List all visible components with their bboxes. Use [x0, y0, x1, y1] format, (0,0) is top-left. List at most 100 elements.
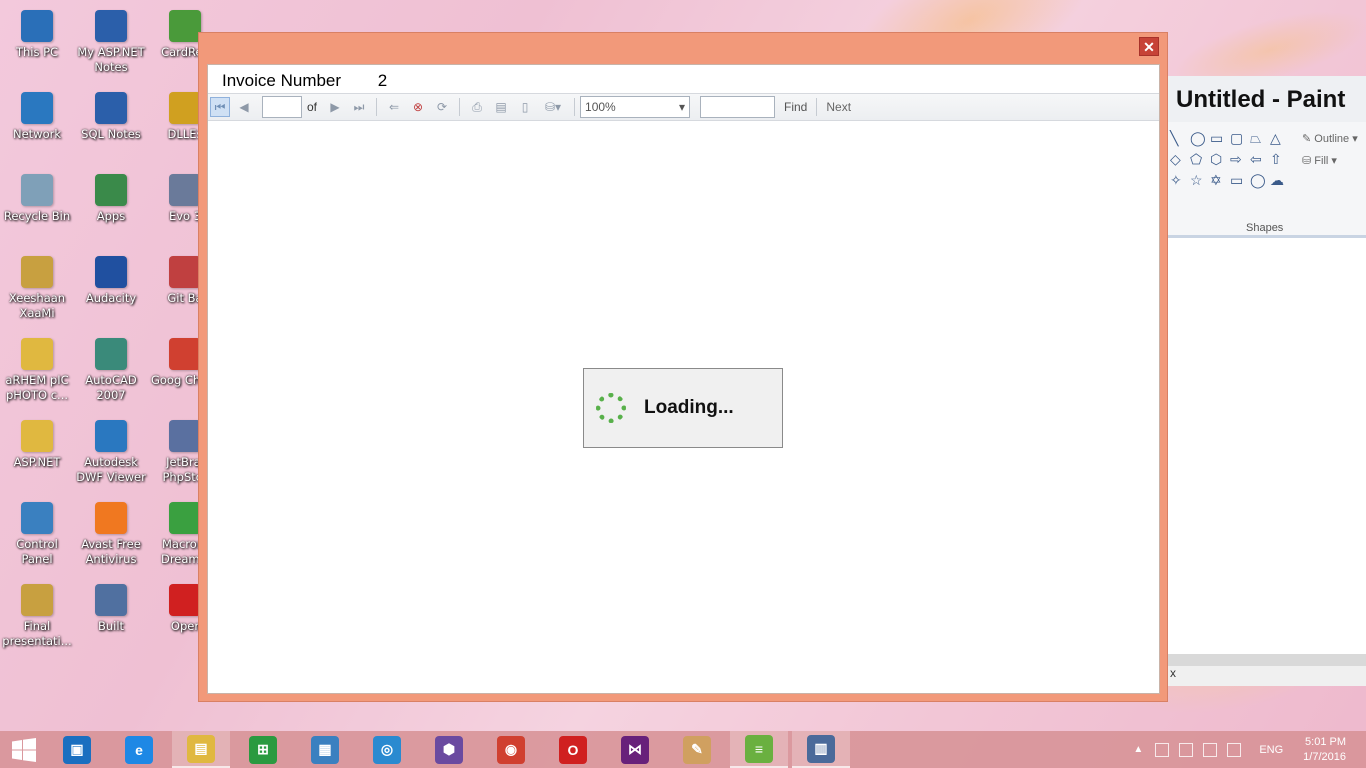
input-language[interactable]: ENG — [1259, 744, 1283, 756]
hexagon-shape-icon[interactable]: ⬡ — [1210, 151, 1230, 168]
report-viewer-icon: ▥ — [807, 734, 835, 763]
diamond-shape-icon[interactable]: ◇ — [1170, 151, 1190, 168]
taskbar-app-chrome[interactable]: ◉ — [482, 731, 540, 768]
taskbar-app-file-explorer[interactable]: ▤ — [172, 731, 230, 768]
desktop-icon[interactable]: This PC — [0, 10, 75, 60]
desktop-icon-label: Final presentati... — [2, 619, 72, 648]
oval-callout-shape-icon[interactable]: ◯ — [1250, 172, 1270, 189]
desktop-app-icon — [169, 174, 201, 206]
report-viewer-toolbar: ⏮ ◀ of ▶ ⏭ ⇐ ⊗ ⟳ ⎙ ▤ ▯ ⛁▾ 100% ▾ Find Ne… — [208, 93, 1159, 121]
taskbar-app-bluestacks[interactable]: ≡ — [730, 731, 788, 768]
desktop-app-icon — [169, 10, 201, 42]
close-button[interactable]: ✕ — [1139, 37, 1159, 56]
refresh-icon[interactable]: ⟳ — [432, 97, 452, 117]
next-page-icon[interactable]: ▶ — [325, 97, 345, 117]
battery-icon[interactable] — [1179, 742, 1194, 757]
taskbar-app-store[interactable]: ⊞ — [234, 731, 292, 768]
curve-shape-icon[interactable]: ╲ — [1170, 130, 1190, 147]
rectangle-shape-icon[interactable]: ▭ — [1210, 130, 1230, 147]
taskbar-app-visual-studio[interactable]: ⋈ — [606, 731, 664, 768]
pentagon-shape-icon[interactable]: ⬠ — [1190, 151, 1210, 168]
triangle-shape-icon[interactable]: △ — [1270, 130, 1290, 147]
network-icon[interactable] — [1203, 742, 1218, 757]
clock[interactable]: 5:01 PM 1/7/2016 — [1303, 735, 1346, 765]
previous-page-icon[interactable]: ◀ — [234, 97, 254, 117]
cloud-callout-shape-icon[interactable]: ☁ — [1270, 172, 1290, 189]
desktop-icon[interactable]: ASP.NET — [0, 420, 75, 470]
control-panel-icon: ▦ — [311, 735, 339, 764]
desktop-icon[interactable]: Audacity — [73, 256, 149, 306]
fill-button[interactable]: ⛁ Fill ▾ — [1302, 154, 1337, 167]
desktop-app-icon — [21, 92, 53, 124]
desktop-icon[interactable]: aRHEM pIC pHOTO c... — [0, 338, 75, 403]
start-button[interactable] — [0, 731, 48, 768]
current-page-input[interactable] — [262, 96, 302, 118]
callout-shape-icon[interactable]: ▭ — [1230, 172, 1250, 189]
taskbar-app-app-hexagon[interactable]: ⬢ — [420, 731, 478, 768]
show-hidden-icons-icon[interactable]: ▲ — [1133, 744, 1143, 755]
four-point-star-shape-icon[interactable]: ✧ — [1170, 172, 1190, 189]
action-center-icon[interactable] — [1155, 742, 1170, 757]
print-icon[interactable]: ⎙ — [467, 97, 487, 117]
volume-icon[interactable] — [1227, 742, 1242, 757]
desktop-icon[interactable]: My ASP.NET Notes — [73, 10, 149, 75]
desktop-app-icon — [21, 174, 53, 206]
outline-button[interactable]: ✎ Outline ▾ — [1302, 132, 1358, 145]
desktop-icon[interactable]: Network — [0, 92, 75, 142]
desktop-app-icon — [95, 584, 127, 616]
paint-window[interactable]: Untitled - Paint ╲ ◯ ▭ ▢ ⏢ △ ◇ ⬠ ⬡ ⇨ ⇦ ⇧… — [1168, 76, 1366, 686]
zoom-select[interactable]: 100% ▾ — [580, 96, 691, 118]
desktop-icon[interactable]: Autodesk DWF Viewer — [73, 420, 149, 485]
taskbar-app-report-viewer[interactable]: ▥ — [792, 731, 850, 768]
desktop-icon-label: AutoCAD 2007 — [85, 373, 137, 402]
up-arrow-shape-icon[interactable]: ⇧ — [1270, 151, 1290, 168]
desktop-icon[interactable]: Apps — [73, 174, 149, 224]
polygon-shape-icon[interactable]: ⏢ — [1250, 130, 1270, 147]
desktop-icon-label: aRHEM pIC pHOTO c... — [5, 373, 69, 402]
page-setup-icon[interactable]: ▯ — [515, 97, 535, 117]
taskbar-app-paint[interactable]: ✎ — [668, 731, 726, 768]
stop-icon[interactable]: ⊗ — [408, 97, 428, 117]
desktop-icon[interactable]: SQL Notes — [73, 92, 149, 142]
desktop-icon[interactable]: Final presentati... — [0, 584, 75, 649]
right-arrow-shape-icon[interactable]: ⇨ — [1230, 151, 1250, 168]
taskbar-app-intel-graphics[interactable]: ▣ — [48, 731, 106, 768]
outline-label: Outline — [1314, 133, 1350, 145]
desktop-app-icon — [95, 420, 127, 452]
print-layout-icon[interactable]: ▤ — [491, 97, 511, 117]
desktop-icon-label: SQL Notes — [81, 127, 141, 141]
taskbar: ▣ e ▤ ⊞ ▦ ◎ ⬢ ◉ O ⋈ ✎ ≡ ▥ ▲ ENG 5:01 PM 1/7/2016 — [0, 731, 1366, 768]
six-point-star-shape-icon[interactable]: ✡ — [1210, 172, 1230, 189]
desktop-app-icon — [95, 10, 127, 42]
desktop-icon[interactable]: AutoCAD 2007 — [73, 338, 149, 403]
taskbar-app-opera[interactable]: O — [544, 731, 602, 768]
desktop-icon[interactable]: Recycle Bin — [0, 174, 75, 224]
desktop-app-icon — [21, 10, 53, 42]
invoice-number-label: Invoice Number — [222, 71, 342, 90]
desktop-icon[interactable]: Built — [73, 584, 149, 634]
desktop-icon[interactable]: Xeeshaan XaaMi — [0, 256, 75, 321]
invoice-window[interactable]: ✕ Invoice Number 2 ⏮ ◀ of ▶ ⏭ ⇐ ⊗ ⟳ ⎙ ▤ … — [198, 32, 1168, 702]
last-page-icon[interactable]: ⏭ — [349, 97, 369, 117]
desktop-icon[interactable]: Control Panel — [0, 502, 75, 567]
app-blue-icon: ◎ — [373, 735, 401, 764]
left-arrow-shape-icon[interactable]: ⇦ — [1250, 151, 1270, 168]
export-icon[interactable]: ⛁▾ — [539, 97, 567, 117]
paint-title-bar[interactable]: Untitled - Paint — [1168, 76, 1366, 122]
find-button[interactable]: Find — [784, 100, 807, 114]
taskbar-app-internet-explorer[interactable]: e — [110, 731, 168, 768]
first-page-icon[interactable]: ⏮ — [210, 97, 230, 117]
taskbar-app-control-panel[interactable]: ▦ — [296, 731, 354, 768]
desktop-icon-label: Audacity — [85, 291, 137, 305]
star-shape-icon[interactable]: ☆ — [1190, 172, 1210, 189]
back-icon[interactable]: ⇐ — [384, 97, 404, 117]
rounded-rectangle-shape-icon[interactable]: ▢ — [1230, 130, 1250, 147]
find-next-button[interactable]: Next — [826, 100, 851, 114]
desktop-icon[interactable]: Avast Free Antivirus — [73, 502, 149, 567]
oval-shape-icon[interactable]: ◯ — [1190, 130, 1210, 147]
toolbar-separator — [574, 98, 576, 116]
find-input[interactable] — [700, 96, 776, 118]
shapes-gallery[interactable]: ╲ ◯ ▭ ▢ ⏢ △ ◇ ⬠ ⬡ ⇨ ⇦ ⇧ ✧ ☆ ✡ ▭ ◯ ☁ — [1170, 130, 1290, 189]
taskbar-app-app-blue[interactable]: ◎ — [358, 731, 416, 768]
file-explorer-icon: ▤ — [187, 734, 215, 763]
